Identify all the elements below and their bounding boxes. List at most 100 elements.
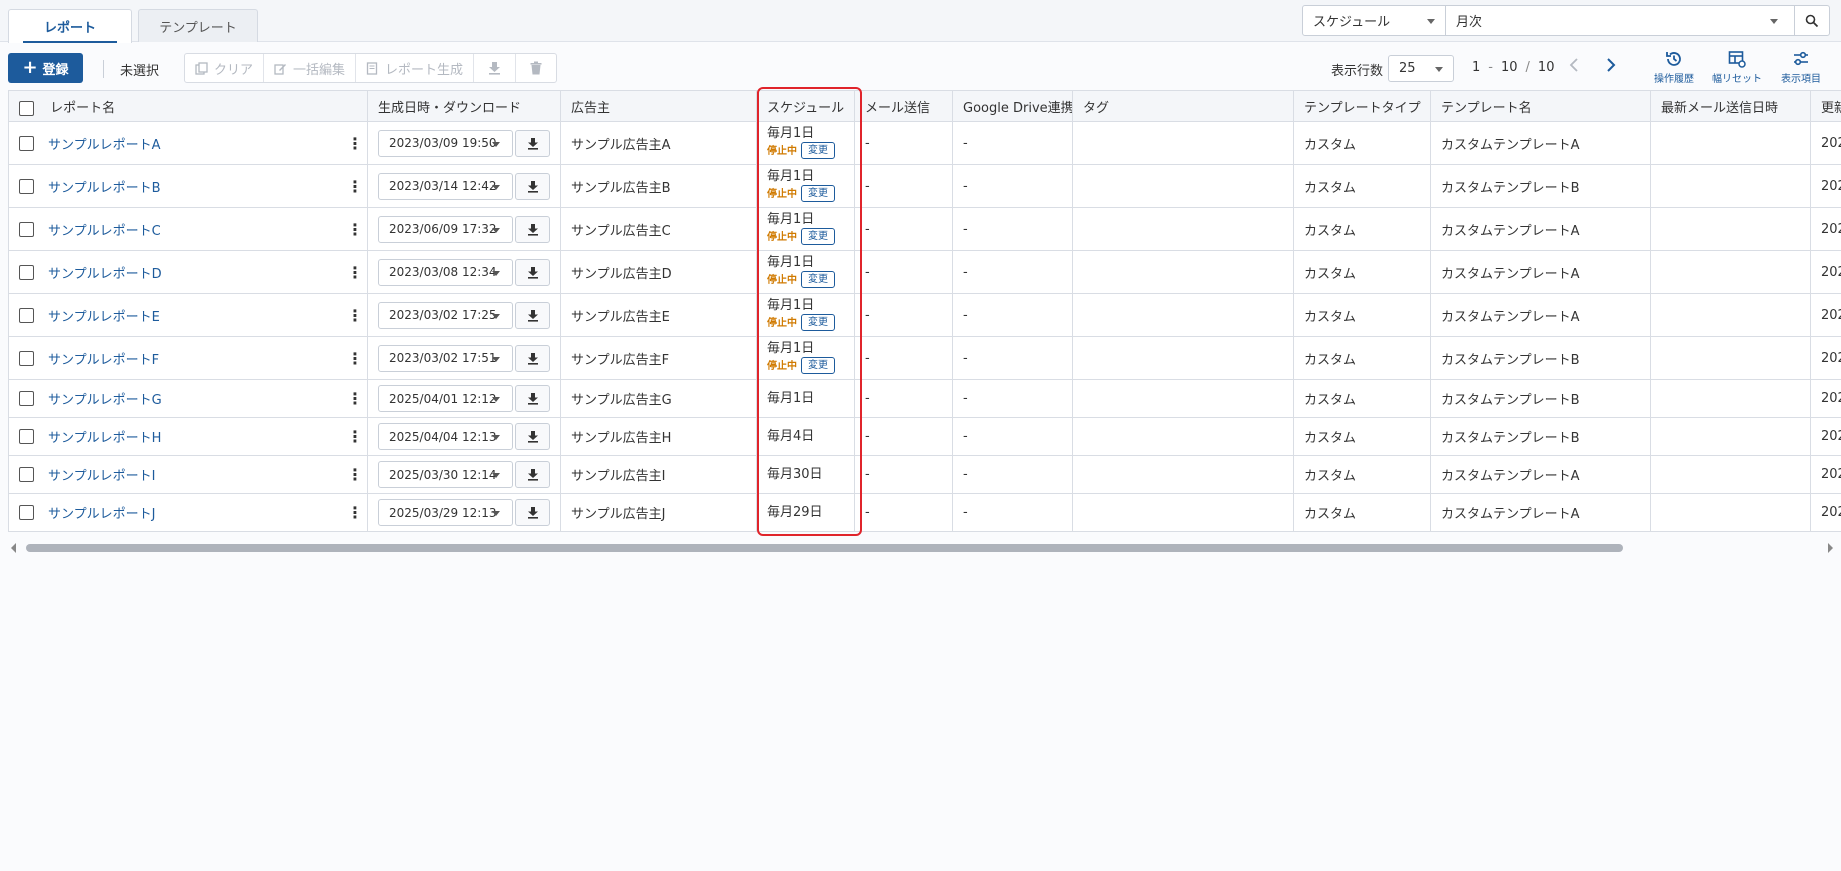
- kebab-menu-icon[interactable]: ⋮: [347, 349, 363, 368]
- register-button[interactable]: + 登録: [8, 53, 83, 83]
- table-row[interactable]: サンプルレポートC ⋮ 2023/06/09 17:32 サンプル広告主C 毎月…: [8, 207, 1841, 251]
- row-checkbox[interactable]: [19, 467, 34, 482]
- display-items-button[interactable]: 表示項目: [1773, 50, 1829, 85]
- schedule-change-button[interactable]: 変更: [801, 357, 835, 374]
- bulk-edit-button[interactable]: 一括編集: [264, 54, 357, 82]
- delete-button[interactable]: [516, 54, 556, 82]
- prev-page-button[interactable]: [1569, 58, 1579, 75]
- search-button[interactable]: [1794, 5, 1830, 36]
- row-checkbox[interactable]: [19, 178, 34, 194]
- row-checkbox[interactable]: [19, 505, 34, 520]
- table-row[interactable]: サンプルレポートF ⋮ 2023/03/02 17:51 サンプル広告主F 毎月…: [8, 336, 1841, 380]
- row-download-button[interactable]: [515, 301, 550, 329]
- rows-per-page-select[interactable]: 25: [1388, 55, 1454, 82]
- horizontal-scrollbar[interactable]: [8, 542, 1833, 554]
- table-row[interactable]: サンプルレポートB ⋮ 2023/03/14 12:42 サンプル広告主B 毎月…: [8, 164, 1841, 208]
- generated-version-select[interactable]: 2025/04/01 12:12: [378, 385, 514, 412]
- column-header-tag[interactable]: タグ: [1072, 90, 1294, 122]
- kebab-menu-icon[interactable]: ⋮: [347, 177, 363, 196]
- kebab-menu-icon[interactable]: ⋮: [347, 503, 363, 522]
- kebab-menu-icon[interactable]: ⋮: [347, 220, 363, 239]
- row-checkbox[interactable]: [19, 221, 34, 237]
- next-page-button[interactable]: [1606, 58, 1616, 75]
- report-name-link[interactable]: サンプルレポートE: [48, 306, 160, 325]
- generated-version-select[interactable]: 2025/04/04 12:13: [378, 423, 514, 450]
- row-download-button[interactable]: [515, 499, 550, 526]
- row-checkbox[interactable]: [19, 135, 34, 151]
- reset-width-button[interactable]: 幅リセット: [1709, 50, 1765, 85]
- filter-field-select[interactable]: スケジュール: [1302, 5, 1446, 36]
- generated-version-select[interactable]: 2023/06/09 17:32: [378, 215, 514, 243]
- generated-version-select[interactable]: 2023/03/09 19:50: [378, 129, 514, 157]
- row-checkbox[interactable]: [19, 307, 34, 323]
- table-row[interactable]: サンプルレポートE ⋮ 2023/03/02 17:25 サンプル広告主E 毎月…: [8, 293, 1841, 337]
- history-button[interactable]: 操作履歴: [1646, 50, 1702, 85]
- row-download-button[interactable]: [515, 423, 550, 450]
- download-button[interactable]: [474, 54, 517, 82]
- column-header-updated[interactable]: 更新: [1810, 90, 1841, 122]
- column-header-drive[interactable]: Google Drive連携: [952, 90, 1073, 122]
- table-row[interactable]: サンプルレポートG ⋮ 2025/04/01 12:12 サンプル広告主G 毎月…: [8, 379, 1841, 418]
- row-download-button[interactable]: [515, 215, 550, 243]
- row-checkbox[interactable]: [19, 429, 34, 444]
- kebab-menu-icon[interactable]: ⋮: [347, 263, 363, 282]
- kebab-menu-icon[interactable]: ⋮: [347, 389, 363, 408]
- report-name-link[interactable]: サンプルレポートJ: [48, 503, 155, 522]
- row-download-button[interactable]: [515, 129, 550, 157]
- report-name-link[interactable]: サンプルレポートB: [48, 177, 161, 196]
- row-download-button[interactable]: [515, 258, 550, 286]
- column-header-template-type[interactable]: テンプレートタイプ: [1293, 90, 1431, 122]
- generate-report-button[interactable]: レポート生成: [356, 54, 475, 82]
- schedule-change-button[interactable]: 変更: [801, 271, 835, 288]
- generated-version-select[interactable]: 2023/03/02 17:51: [378, 344, 514, 372]
- kebab-menu-icon[interactable]: ⋮: [347, 427, 363, 446]
- report-name-link[interactable]: サンプルレポートH: [48, 427, 161, 446]
- column-header-schedule[interactable]: スケジュール: [756, 90, 855, 122]
- table-row[interactable]: サンプルレポートI ⋮ 2025/03/30 12:14 サンプル広告主I 毎月…: [8, 455, 1841, 494]
- generated-version-select[interactable]: 2025/03/30 12:14: [378, 461, 514, 488]
- column-header-advertiser[interactable]: 広告主: [560, 90, 757, 122]
- row-download-button[interactable]: [515, 172, 550, 200]
- row-checkbox[interactable]: [19, 264, 34, 280]
- tab-template[interactable]: テンプレート: [138, 9, 258, 42]
- row-checkbox[interactable]: [19, 350, 34, 366]
- column-header-report-name[interactable]: レポート名: [8, 90, 368, 122]
- kebab-menu-icon[interactable]: ⋮: [347, 465, 363, 484]
- row-download-button[interactable]: [515, 344, 550, 372]
- kebab-menu-icon[interactable]: ⋮: [347, 306, 363, 325]
- scroll-right-icon[interactable]: [1828, 543, 1833, 553]
- column-header-mail[interactable]: メール送信: [854, 90, 953, 122]
- schedule-change-button[interactable]: 変更: [801, 228, 835, 245]
- row-download-button[interactable]: [515, 461, 550, 488]
- clear-button[interactable]: クリア: [185, 54, 265, 82]
- report-name-link[interactable]: サンプルレポートG: [48, 389, 162, 408]
- table-row[interactable]: サンプルレポートH ⋮ 2025/04/04 12:13 サンプル広告主H 毎月…: [8, 417, 1841, 456]
- generated-version-select[interactable]: 2023/03/02 17:25: [378, 301, 514, 329]
- row-download-button[interactable]: [515, 385, 550, 412]
- generated-version-select[interactable]: 2023/03/08 12:34: [378, 258, 514, 286]
- generated-version-select[interactable]: 2023/03/14 12:42: [378, 172, 514, 200]
- table-row[interactable]: サンプルレポートD ⋮ 2023/03/08 12:34 サンプル広告主D 毎月…: [8, 250, 1841, 294]
- report-name-link[interactable]: サンプルレポートC: [48, 220, 161, 239]
- schedule-change-button[interactable]: 変更: [801, 314, 835, 331]
- table-row[interactable]: サンプルレポートA ⋮ 2023/03/09 19:50 サンプル広告主A 毎月…: [8, 121, 1841, 165]
- schedule-change-button[interactable]: 変更: [801, 185, 835, 202]
- generated-version-select[interactable]: 2025/03/29 12:13: [378, 499, 514, 526]
- generated-datetime: 2023/03/02 17:51: [389, 351, 497, 365]
- scrollbar-thumb[interactable]: [26, 544, 1623, 552]
- report-name-link[interactable]: サンプルレポートA: [48, 134, 161, 153]
- filter-value-select[interactable]: 月次: [1446, 5, 1795, 36]
- table-row[interactable]: サンプルレポートJ ⋮ 2025/03/29 12:13 サンプル広告主J 毎月…: [8, 493, 1841, 532]
- select-all-checkbox[interactable]: [19, 100, 34, 116]
- schedule-change-button[interactable]: 変更: [801, 142, 835, 159]
- kebab-menu-icon[interactable]: ⋮: [347, 134, 363, 153]
- column-header-generated[interactable]: 生成日時・ダウンロード: [367, 90, 561, 122]
- column-header-last-mail[interactable]: 最新メール送信日時: [1650, 90, 1811, 122]
- report-name-link[interactable]: サンプルレポートI: [48, 465, 155, 484]
- report-name-link[interactable]: サンプルレポートD: [48, 263, 162, 282]
- report-name-link[interactable]: サンプルレポートF: [48, 349, 159, 368]
- row-checkbox[interactable]: [19, 391, 34, 406]
- tab-report[interactable]: レポート: [8, 9, 132, 43]
- column-header-template-name[interactable]: テンプレート名: [1430, 90, 1651, 122]
- scroll-left-icon[interactable]: [11, 543, 16, 553]
